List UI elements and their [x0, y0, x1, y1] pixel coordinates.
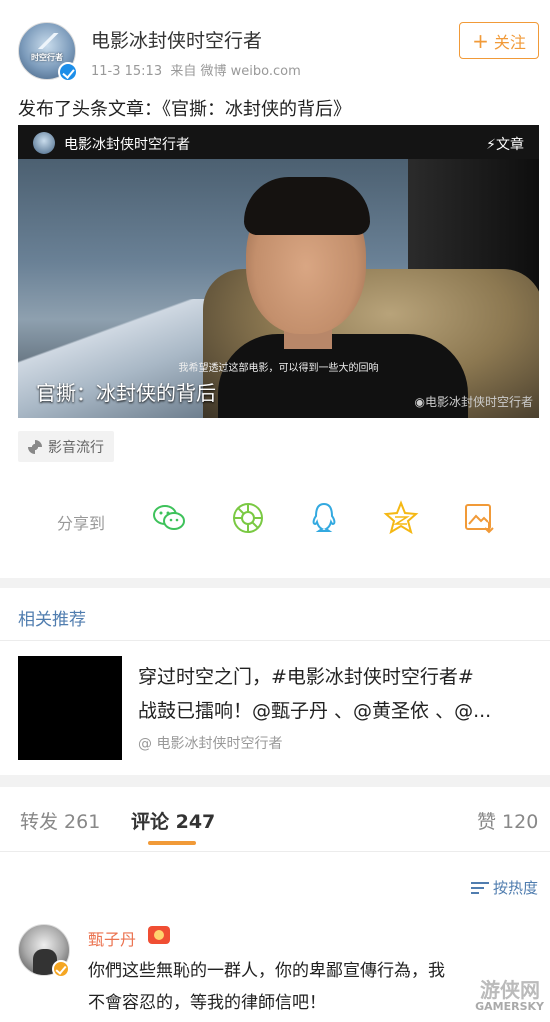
- comment-item: 甄子丹 你們这些無恥的一群人，你的卑鄙宣傳行為，我 不會容忍的，等我的律師信吧！…: [0, 918, 550, 1022]
- wechat-icon[interactable]: [151, 500, 187, 536]
- divider: [0, 851, 550, 852]
- active-tab-indicator: [148, 841, 196, 845]
- related-source: @ 电影冰封侠时空行者: [138, 736, 283, 752]
- article-tag-label: 文章: [496, 137, 524, 153]
- article-cover-image: 我希望透过这部电影，可以得到一些大的回响 官撕：冰封侠的背后 ◉电影冰封侠时空行…: [18, 159, 539, 418]
- post-meta: 11-3 15:13 来自 微博 weibo.com: [91, 60, 301, 79]
- comment-text-line-2: 不會容忍的，等我的律師信吧！: [88, 993, 326, 1013]
- follow-label: 关注: [493, 32, 526, 52]
- related-title-line-1: 穿过时空之门，#电影冰封侠时空行者#: [138, 666, 474, 688]
- verified-icon: [52, 960, 70, 978]
- post-text: 发布了头条文章：《官撕：冰封侠的背后》: [18, 99, 351, 120]
- interaction-tabs: 转发 261 评论 247 赞 120: [0, 795, 550, 850]
- site-logo-watermark: 游侠网: [480, 978, 540, 1002]
- card-source-name: 电影冰封侠时空行者: [64, 137, 190, 153]
- tab-comments[interactable]: 评论 247: [131, 807, 215, 834]
- save-image-icon[interactable]: [461, 500, 497, 536]
- related-title-line-2: 战鼓已擂响！@甄子丹 、@黄圣依 、@...: [138, 700, 492, 722]
- share-label: 分享到: [57, 514, 106, 533]
- video-subtitle: 我希望透过这部电影，可以得到一些大的回响: [178, 363, 379, 374]
- tab-likes[interactable]: 赞 120: [477, 807, 538, 834]
- weibo-watermark: ◉电影冰封侠时空行者: [415, 393, 534, 410]
- person-hair: [244, 177, 370, 235]
- verified-icon: [58, 62, 78, 82]
- post-header: 时空行者 电影冰封侠时空行者 11-3 15:13 来自 微博 weibo.co…: [0, 0, 550, 90]
- sort-toggle[interactable]: 按热度: [470, 877, 538, 898]
- commenter-name[interactable]: 甄子丹: [88, 926, 136, 950]
- lightning-icon: ⚡: [486, 137, 496, 153]
- related-item[interactable]: 穿过时空之门，#电影冰封侠时空行者# 战鼓已擂响！@甄子丹 、@黄圣依 、@..…: [18, 656, 539, 762]
- site-text-watermark: GAMERSKY: [475, 1000, 544, 1013]
- moments-icon[interactable]: [230, 500, 266, 536]
- sort-icon: [470, 881, 489, 895]
- topic-icon: [28, 439, 42, 454]
- article-card-bar: 电影冰封侠时空行者 ⚡文章: [18, 125, 539, 159]
- author-name[interactable]: 电影冰封侠时空行者: [91, 26, 262, 53]
- weibo-icon: ◉: [414, 395, 425, 409]
- article-tag: ⚡文章: [486, 134, 524, 154]
- related-header: 相关推荐: [18, 610, 86, 630]
- topic-tag-label: 影音流行: [48, 439, 104, 456]
- related-thumbnail: [18, 656, 122, 760]
- post-source: 来自 微博 weibo.com: [170, 64, 301, 79]
- topic-tag[interactable]: 影音流行: [18, 431, 114, 462]
- article-card[interactable]: 电影冰封侠时空行者 ⚡文章 我希望透过这部电影，可以得到一些大的回响 官撕：冰封…: [18, 125, 539, 418]
- qzone-icon[interactable]: [383, 500, 419, 536]
- tab-repost[interactable]: 转发 261: [20, 807, 100, 834]
- qq-icon[interactable]: [306, 500, 342, 536]
- section-gap: [0, 775, 550, 787]
- avatar-peak-graphic: [33, 33, 63, 49]
- follow-button[interactable]: + 关注: [459, 22, 539, 59]
- share-row: 分享到: [0, 498, 550, 542]
- plus-icon: +: [472, 28, 489, 53]
- comment-text-line-1: 你們这些無恥的一群人，你的卑鄙宣傳行為，我: [88, 961, 445, 981]
- article-title: 官撕：冰封侠的背后: [36, 381, 216, 405]
- divider: [0, 640, 550, 641]
- sort-label: 按热度: [492, 879, 538, 897]
- post-time: 11-3 15:13: [91, 64, 163, 79]
- card-source-avatar: [33, 132, 55, 154]
- fan-badge-icon: [148, 926, 170, 944]
- section-gap: [0, 578, 550, 588]
- watermark-text: 电影冰封侠时空行者: [424, 395, 533, 409]
